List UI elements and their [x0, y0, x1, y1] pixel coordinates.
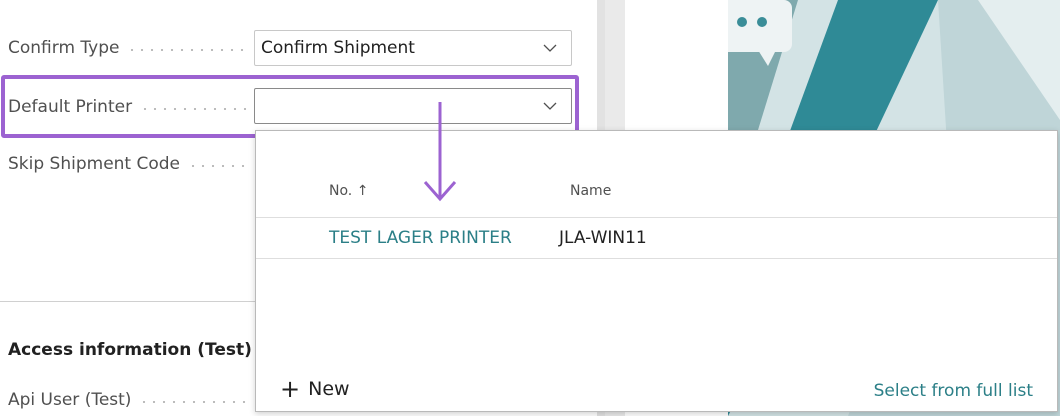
section-divider [0, 301, 255, 302]
api-user-label: Api User (Test) [8, 390, 132, 410]
label-leader-dots [188, 165, 248, 167]
plus-icon: + [280, 375, 301, 403]
column-header-name[interactable]: Name [570, 183, 611, 199]
chevron-down-icon[interactable] [541, 39, 559, 57]
annotation-highlight-box [1, 75, 579, 138]
field-confirm-type: Confirm Type [8, 32, 248, 64]
new-button-label: New [308, 378, 350, 400]
row-no[interactable]: TEST LAGER PRINTER [329, 228, 512, 248]
skip-shipment-code-label: Skip Shipment Code [8, 154, 181, 174]
label-leader-dots [139, 401, 248, 403]
new-button[interactable]: + New [280, 377, 350, 401]
column-header-no[interactable]: No. ↑ [329, 183, 368, 199]
printer-lookup-dropdown: No. ↑ Name TEST LAGER PRINTER JLA-WIN11 … [255, 130, 1058, 412]
row-name: JLA-WIN11 [559, 228, 647, 248]
select-from-full-list-link[interactable]: Select from full list [874, 381, 1033, 401]
confirm-type-select[interactable]: Confirm Shipment [254, 30, 572, 66]
confirm-type-label: Confirm Type [8, 38, 120, 58]
field-skip-shipment-code: Skip Shipment Code [8, 148, 248, 180]
down-arrow-annotation-icon [423, 102, 457, 202]
table-row[interactable]: TEST LAGER PRINTER JLA-WIN11 [256, 217, 1057, 259]
field-api-user: Api User (Test) [8, 384, 248, 416]
confirm-type-value: Confirm Shipment [261, 38, 415, 58]
label-leader-dots [127, 49, 248, 51]
section-title: Access information (Test) [8, 340, 252, 360]
